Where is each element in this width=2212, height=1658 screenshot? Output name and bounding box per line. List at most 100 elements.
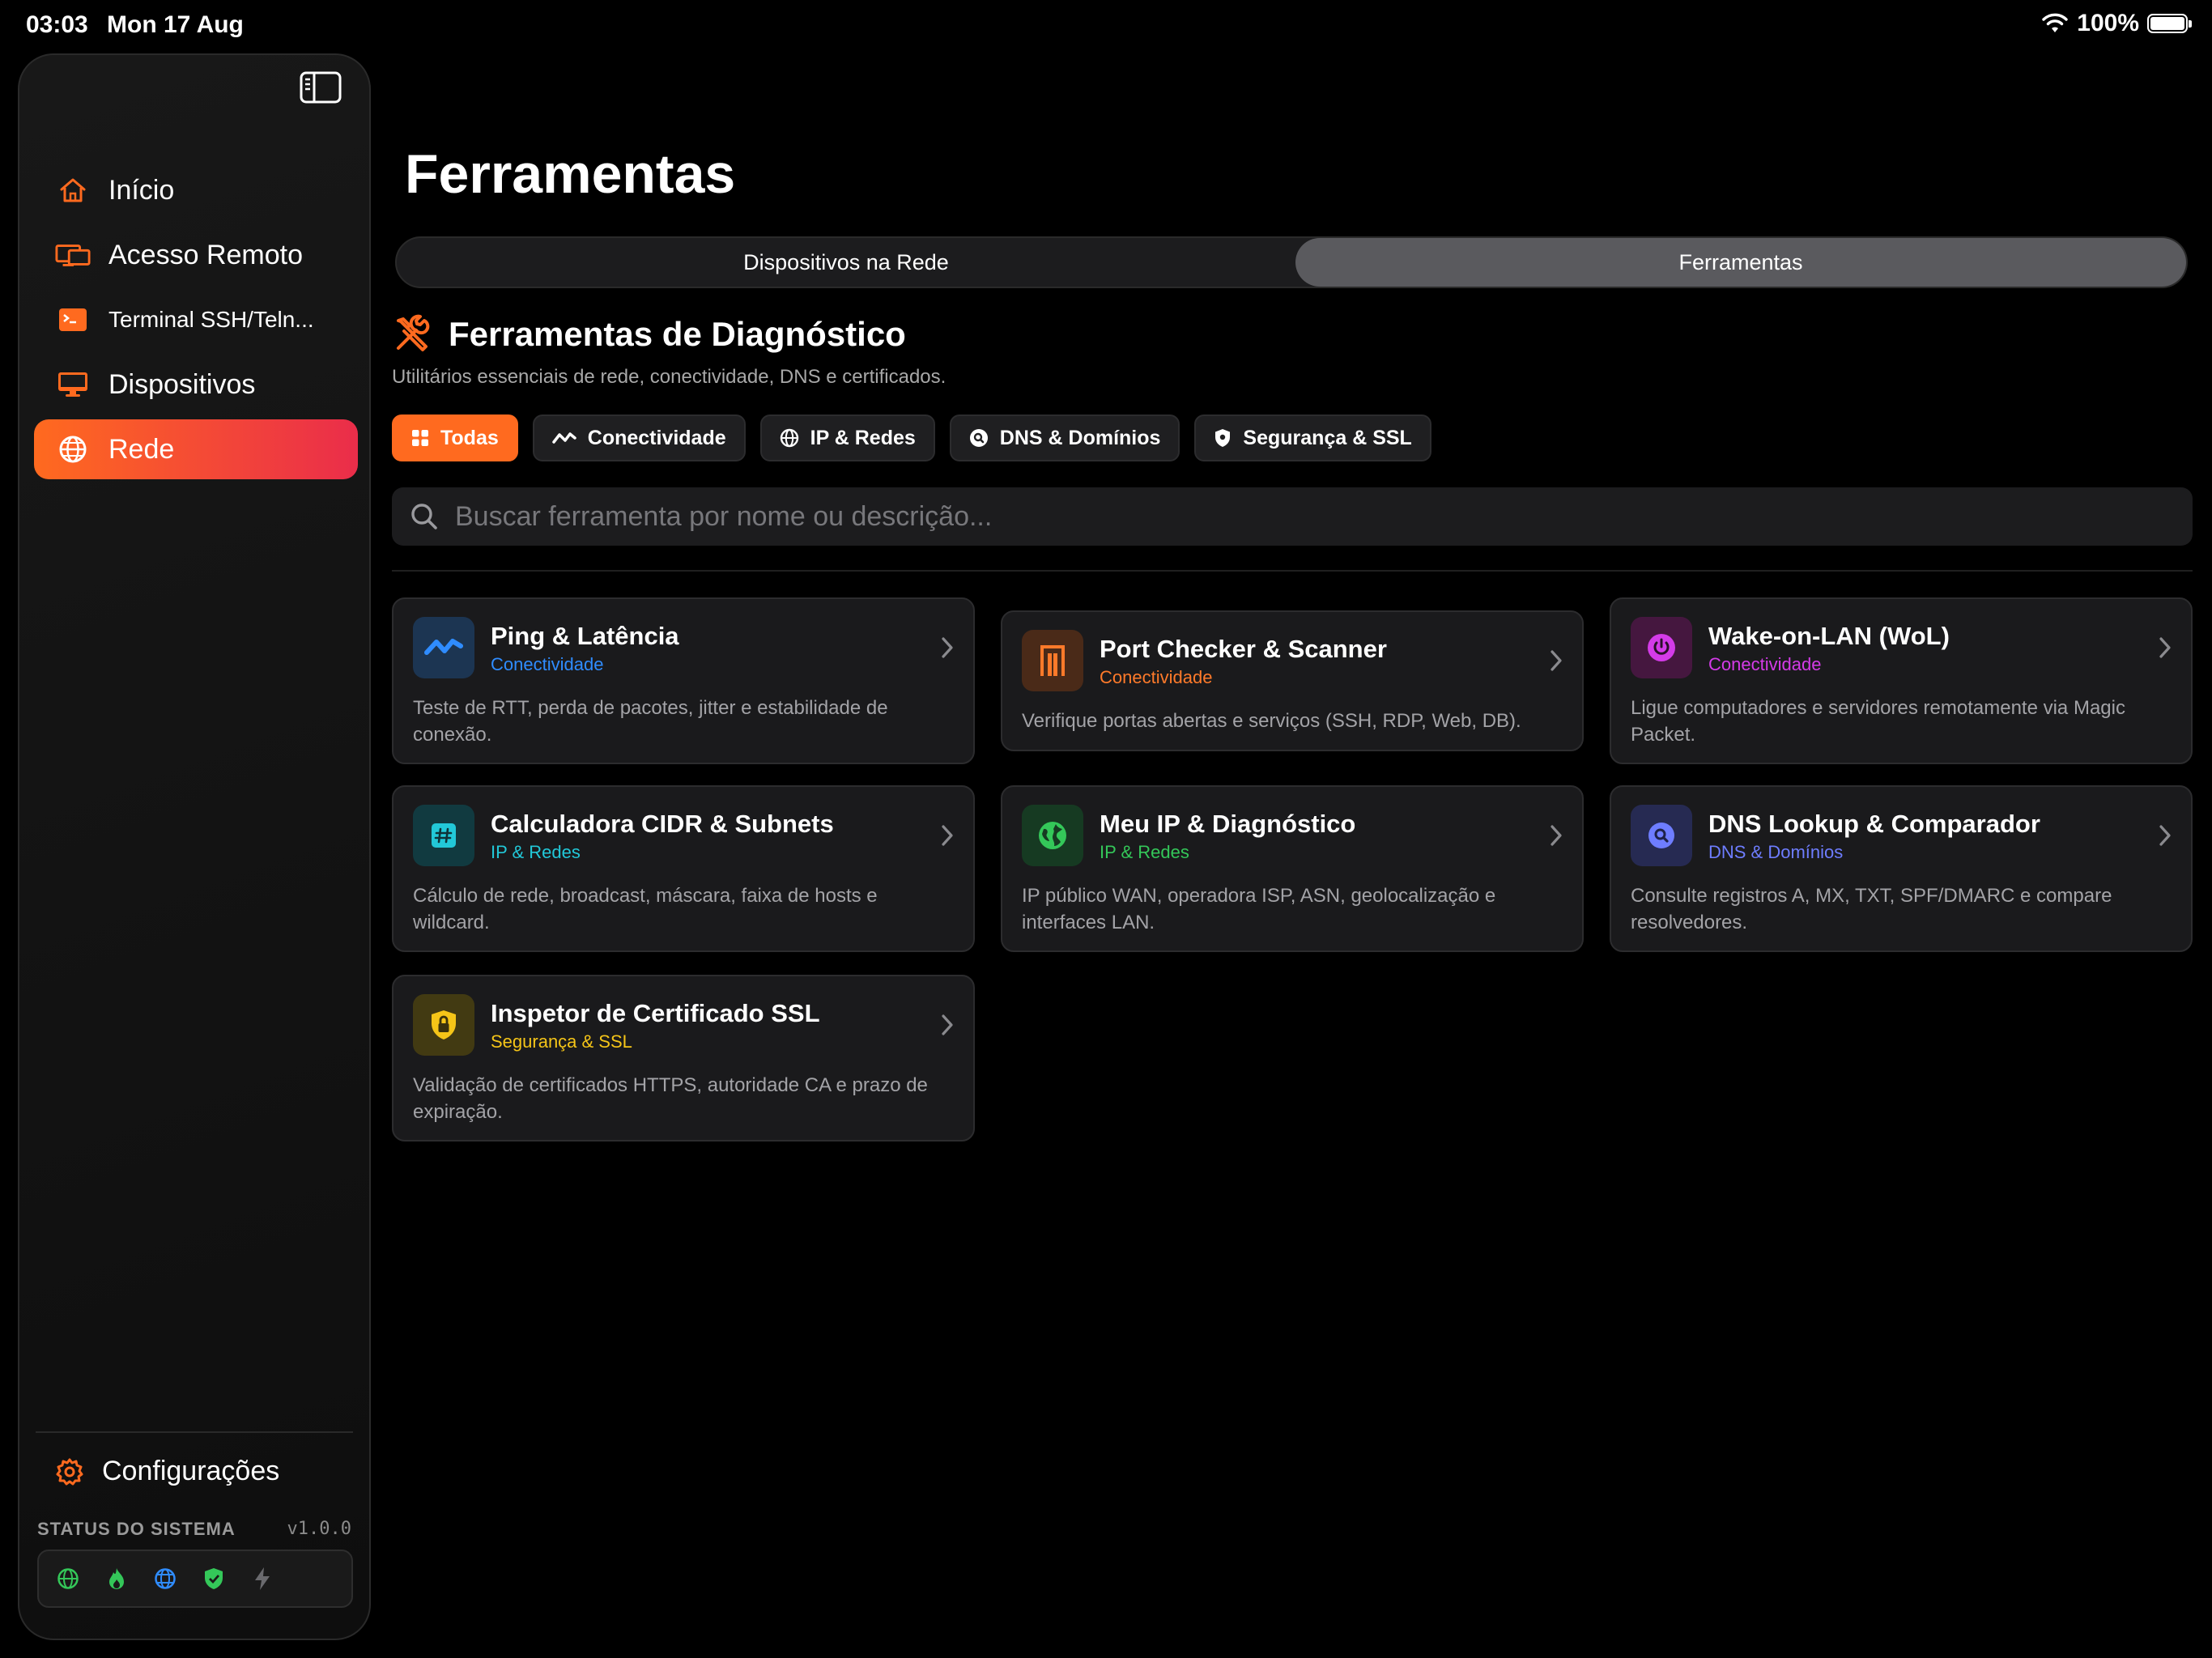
search-input[interactable] — [453, 500, 1995, 534]
sidebar-item-rede[interactable]: Rede — [34, 419, 358, 479]
network-globe-icon — [55, 432, 91, 467]
sidebar-item-configuracoes[interactable]: Configurações — [55, 1456, 279, 1487]
globe-status-icon — [55, 1566, 81, 1592]
tool-card-meu-ip[interactable]: Meu IP & Diagnóstico IP & Redes IP públi… — [1001, 785, 1584, 952]
battery-percent: 100% — [2077, 10, 2139, 36]
chevron-right-icon — [2159, 825, 2171, 846]
tab-ferramentas[interactable]: Ferramentas — [1295, 238, 2186, 287]
tool-title: Wake-on-LAN (WoL) — [1708, 622, 1950, 650]
tool-card-dns-lookup[interactable]: DNS Lookup & Comparador DNS & Domínios C… — [1610, 785, 2193, 952]
system-status-label: STATUS DO SISTEMA — [37, 1519, 236, 1539]
shield-status-icon — [201, 1566, 227, 1592]
settings-label: Configurações — [102, 1456, 280, 1486]
home-icon — [55, 172, 91, 208]
filter-label: Todas — [440, 426, 499, 449]
hash-icon — [413, 805, 474, 866]
flame-status-icon — [104, 1566, 130, 1592]
sidebar-item-label: Terminal SSH/Teln... — [108, 307, 314, 332]
filter-label: DNS & Domínios — [999, 426, 1161, 449]
tool-category: Conectividade — [491, 654, 604, 674]
sidebar-item-label: Dispositivos — [108, 368, 256, 400]
search-icon — [411, 504, 437, 529]
tool-title: Ping & Latência — [491, 622, 679, 650]
status-time: 03:03 — [26, 11, 88, 38]
sidebar-item-dispositivos[interactable]: Dispositivos — [34, 355, 358, 414]
status-bar: 03:03 Mon 17 Aug 100% — [0, 0, 2212, 52]
section-header: Ferramentas de Diagnóstico — [392, 314, 906, 355]
grid-icon — [412, 430, 428, 446]
tool-category: Conectividade — [1708, 654, 1822, 674]
tool-description: Consulte registros A, MX, TXT, SPF/DMARC… — [1631, 885, 2112, 933]
tool-card-ping[interactable]: Ping & Latência Conectividade Teste de R… — [392, 597, 975, 764]
bolt-status-icon — [249, 1566, 275, 1592]
port-icon — [1022, 630, 1083, 691]
status-right: 100% — [2041, 10, 2192, 37]
tool-card-port-checker[interactable]: Port Checker & Scanner Conectividade Ver… — [1001, 610, 1584, 751]
filter-ip-redes[interactable]: IP & Redes — [759, 414, 935, 461]
magnifier-icon — [1631, 805, 1692, 866]
tool-title: Port Checker & Scanner — [1100, 635, 1387, 663]
chevron-right-icon — [1551, 650, 1562, 671]
tool-description: Verifique portas abertas e serviços (SSH… — [1022, 710, 1521, 732]
sidebar-nav: Início Acesso Remoto Terminal SSH/Teln..… — [34, 160, 358, 484]
remote-desktop-icon — [55, 237, 91, 273]
chevron-right-icon — [942, 1014, 953, 1035]
system-status-panel — [37, 1550, 353, 1608]
filter-label: Segurança & SSL — [1243, 426, 1412, 449]
monitor-icon — [55, 367, 91, 402]
chevron-right-icon — [2159, 637, 2171, 658]
sidebar-item-terminal[interactable]: Terminal SSH/Teln... — [34, 290, 358, 350]
terminal-icon — [55, 302, 91, 338]
status-date: Mon 17 Aug — [107, 11, 244, 38]
earth-icon — [1022, 805, 1083, 866]
tool-description: Teste de RTT, perda de pacotes, jitter e… — [413, 697, 888, 746]
sidebar-item-inicio[interactable]: Início — [34, 160, 358, 220]
tool-description: Ligue computadores e servidores remotame… — [1631, 697, 2125, 746]
sidebar-item-label: Rede — [108, 433, 175, 465]
tool-category: DNS & Domínios — [1708, 842, 1844, 862]
lock-shield-icon — [413, 994, 474, 1056]
tab-dispositivos-na-rede[interactable]: Dispositivos na Rede — [397, 238, 1295, 287]
section-subtitle: Utilitários essenciais de rede, conectiv… — [392, 366, 946, 388]
tool-card-cidr-calculator[interactable]: Calculadora CIDR & Subnets IP & Redes Cá… — [392, 785, 975, 952]
gear-icon — [56, 1458, 83, 1485]
filter-seguranca-ssl[interactable]: Segurança & SSL — [1194, 414, 1431, 461]
chevron-right-icon — [1551, 825, 1562, 846]
power-icon — [1631, 617, 1692, 678]
dns-search-icon — [969, 429, 988, 447]
app-version: v1.0.0 — [287, 1519, 351, 1539]
ping-wave-icon — [413, 617, 474, 678]
globe-icon — [780, 428, 798, 448]
battery-icon — [2147, 14, 2192, 33]
sidebar: Início Acesso Remoto Terminal SSH/Teln..… — [18, 53, 371, 1640]
tool-title: Calculadora CIDR & Subnets — [491, 810, 834, 838]
chevron-right-icon — [942, 825, 953, 846]
content-divider — [392, 570, 2193, 572]
shield-icon — [1215, 429, 1231, 447]
tool-description: Cálculo de rede, broadcast, máscara, fai… — [413, 885, 878, 933]
waveform-icon — [552, 432, 576, 444]
filter-todas[interactable]: Todas — [392, 414, 518, 461]
filter-dns-dominios[interactable]: DNS & Domínios — [949, 414, 1180, 461]
sidebar-item-label: Início — [108, 174, 175, 206]
tool-card-wake-on-lan[interactable]: Wake-on-LAN (WoL) Conectividade Ligue co… — [1610, 597, 2193, 764]
filter-conectividade[interactable]: Conectividade — [532, 414, 746, 461]
tool-description: IP público WAN, operadora ISP, ASN, geol… — [1022, 885, 1496, 933]
tool-category: IP & Redes — [1100, 842, 1189, 862]
section-title: Ferramentas de Diagnóstico — [449, 315, 906, 353]
tool-card-ssl-inspector[interactable]: Inspetor de Certificado SSL Segurança & … — [392, 975, 975, 1141]
sidebar-item-acesso-remoto[interactable]: Acesso Remoto — [34, 225, 358, 285]
tool-category: Segurança & SSL — [491, 1031, 632, 1052]
sidebar-divider — [36, 1431, 353, 1433]
tool-title: Meu IP & Diagnóstico — [1100, 810, 1356, 838]
tool-category: Conectividade — [1100, 667, 1213, 687]
filter-chips: Todas Conectividade IP & Redes DNS & Dom… — [392, 414, 1431, 461]
tools-icon — [397, 314, 430, 351]
search-bar — [392, 487, 2193, 546]
network-status-icon — [152, 1566, 178, 1592]
tool-description: Validação de certificados HTTPS, autorid… — [413, 1074, 928, 1123]
page-title: Ferramentas — [405, 143, 736, 205]
tool-category: IP & Redes — [491, 842, 581, 862]
wifi-icon — [2042, 13, 2068, 32]
sidebar-toggle-icon[interactable] — [300, 71, 342, 104]
